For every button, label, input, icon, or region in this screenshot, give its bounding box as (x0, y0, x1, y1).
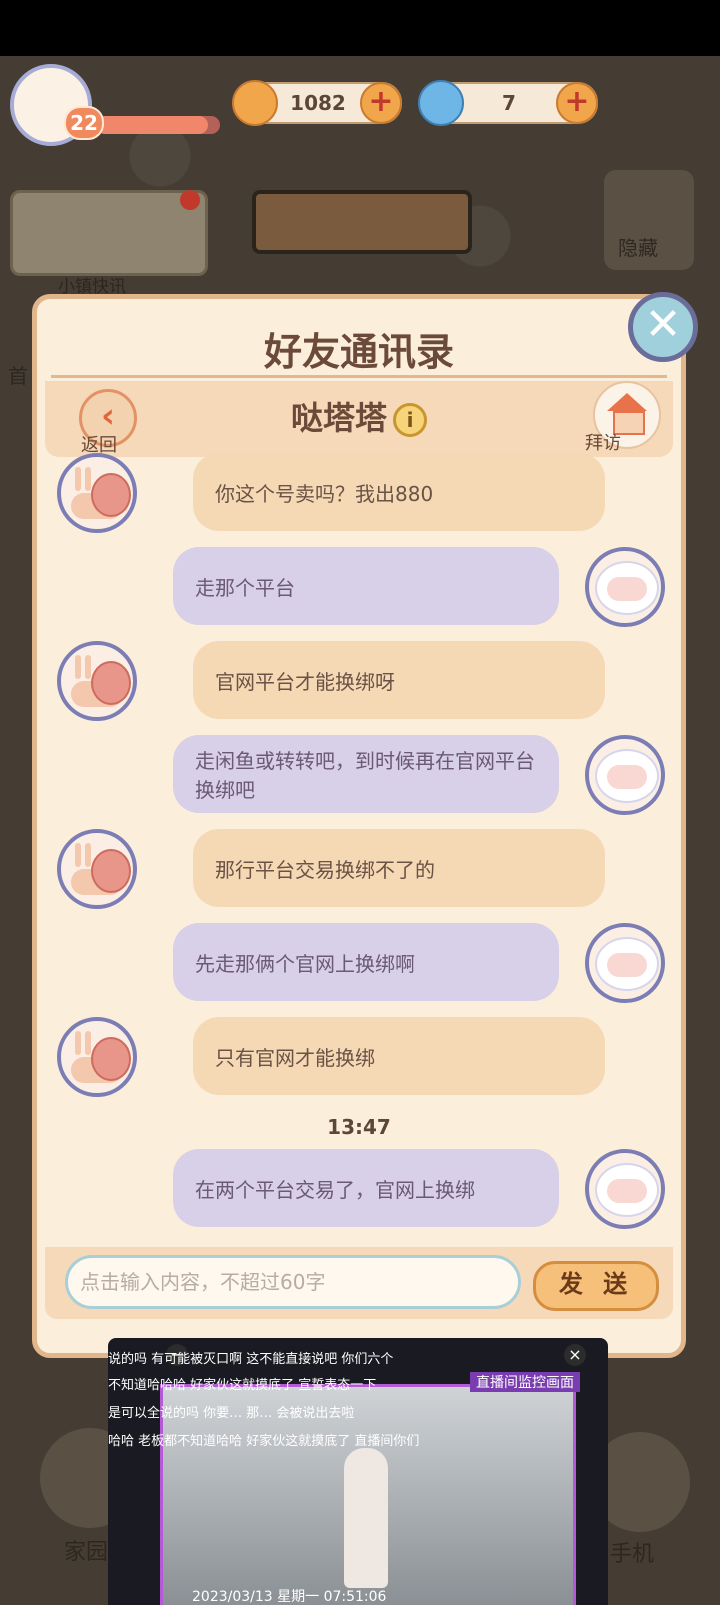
level-badge: 22 (64, 106, 104, 140)
video-title: 直播间监控画面 (470, 1372, 580, 1392)
send-button[interactable]: 发 送 (533, 1261, 659, 1311)
xp-bar (96, 116, 220, 134)
coin-counter: 1082 + (232, 80, 402, 126)
chat-timestamp: 13:47 (327, 1115, 391, 1139)
left-menu-label: 首 (8, 364, 28, 388)
message-row: 那行平台交易换绑不了的 (47, 829, 671, 911)
xp-bar-fill (96, 116, 208, 134)
dialog-title: 好友通讯录 (263, 330, 454, 374)
info-icon[interactable]: i (393, 403, 427, 437)
friend-message-bubble[interactable]: 你这个号卖吗？我出880 (193, 453, 605, 531)
my-avatar-sheep-icon[interactable] (585, 735, 665, 815)
house-roof-icon (607, 393, 647, 411)
close-button[interactable]: ✕ (628, 292, 698, 362)
friend-avatar-snail-icon[interactable] (57, 829, 137, 909)
swirl-value: 7 (502, 91, 516, 115)
friend-message-bubble[interactable]: 只有官网才能换绑 (193, 1017, 605, 1095)
title-divider (51, 375, 667, 378)
friend-message-bubble[interactable]: 官网平台才能换绑呀 (193, 641, 605, 719)
message-row: 走闲鱼或转转吧，到时候再在官网平台换绑吧 (47, 735, 671, 817)
event-banner[interactable] (252, 190, 472, 254)
message-row: 先走那俩个官网上换绑啊 (47, 923, 671, 1005)
coin-value: 1082 (290, 91, 346, 115)
hide-label: 隐藏 (618, 236, 658, 260)
notification-dot (180, 190, 200, 210)
friend-avatar-snail-icon[interactable] (57, 1017, 137, 1097)
my-message-bubble[interactable]: 先走那俩个官网上换绑啊 (173, 923, 559, 1001)
video-person (344, 1448, 388, 1588)
status-bar (0, 0, 720, 56)
add-swirls-button[interactable]: + (556, 82, 598, 124)
my-message-bubble[interactable]: 在两个平台交易了，官网上换绑 (173, 1149, 559, 1227)
my-message-bubble[interactable]: 走闲鱼或转转吧，到时候再在官网平台换绑吧 (173, 735, 559, 813)
danmaku-line-3: 是可以全说的吗 你要… 那… 会被说出去啦 (108, 1406, 355, 1421)
message-input[interactable]: 点击输入内容，不超过60字 (65, 1255, 521, 1309)
friend-contacts-dialog: 好友通讯录 ‹ 返回 哒塔塔 i 拜访 你这个号卖吗？我出880 走那个平台 官网平台… (32, 294, 686, 1358)
home-label: 家园 (64, 1540, 109, 1565)
my-avatar-sheep-icon[interactable] (585, 547, 665, 627)
message-row: 只有官网才能换绑 (47, 1017, 671, 1099)
video-timestamp: 2023/03/13 星期一 07:51:06 (192, 1589, 387, 1605)
message-row: 官网平台才能换绑呀 (47, 641, 671, 723)
friend-name-text: 哒塔塔 (290, 399, 387, 437)
message-list[interactable]: 你这个号卖吗？我出880 走那个平台官网平台才能换绑呀走闲鱼或转转吧，到时候再在官… (47, 449, 671, 1249)
news-card[interactable] (10, 190, 208, 276)
phone-label: 手机 (610, 1542, 655, 1567)
friend-message-bubble[interactable]: 那行平台交易换绑不了的 (193, 829, 605, 907)
message-row: 你这个号卖吗？我出880 (47, 453, 671, 535)
friend-avatar-snail-icon[interactable] (57, 453, 137, 533)
coin-icon (232, 80, 278, 126)
message-row: 走那个平台 (47, 547, 671, 629)
my-avatar-sheep-icon[interactable] (585, 1149, 665, 1229)
add-coins-button[interactable]: + (360, 82, 402, 124)
swirl-counter: 7 + (418, 80, 598, 126)
message-row: 在两个平台交易了，官网上换绑 (47, 1149, 671, 1231)
floating-video[interactable]: − × 说的吗 有可能被灭口啊 这不能直接说吧 你们六个 不知道哈哈哈 好家伙这… (108, 1338, 608, 1605)
my-avatar-sheep-icon[interactable] (585, 923, 665, 1003)
swirl-icon (418, 80, 464, 126)
my-message-bubble[interactable]: 走那个平台 (173, 547, 559, 625)
danmaku-line-1: 说的吗 有可能被灭口啊 这不能直接说吧 你们六个 (108, 1352, 394, 1367)
danmaku-line-4: 哈哈 老板都不知道哈哈 好家伙这就摸底了 直播间你们 (108, 1434, 420, 1449)
friend-avatar-snail-icon[interactable] (57, 641, 137, 721)
